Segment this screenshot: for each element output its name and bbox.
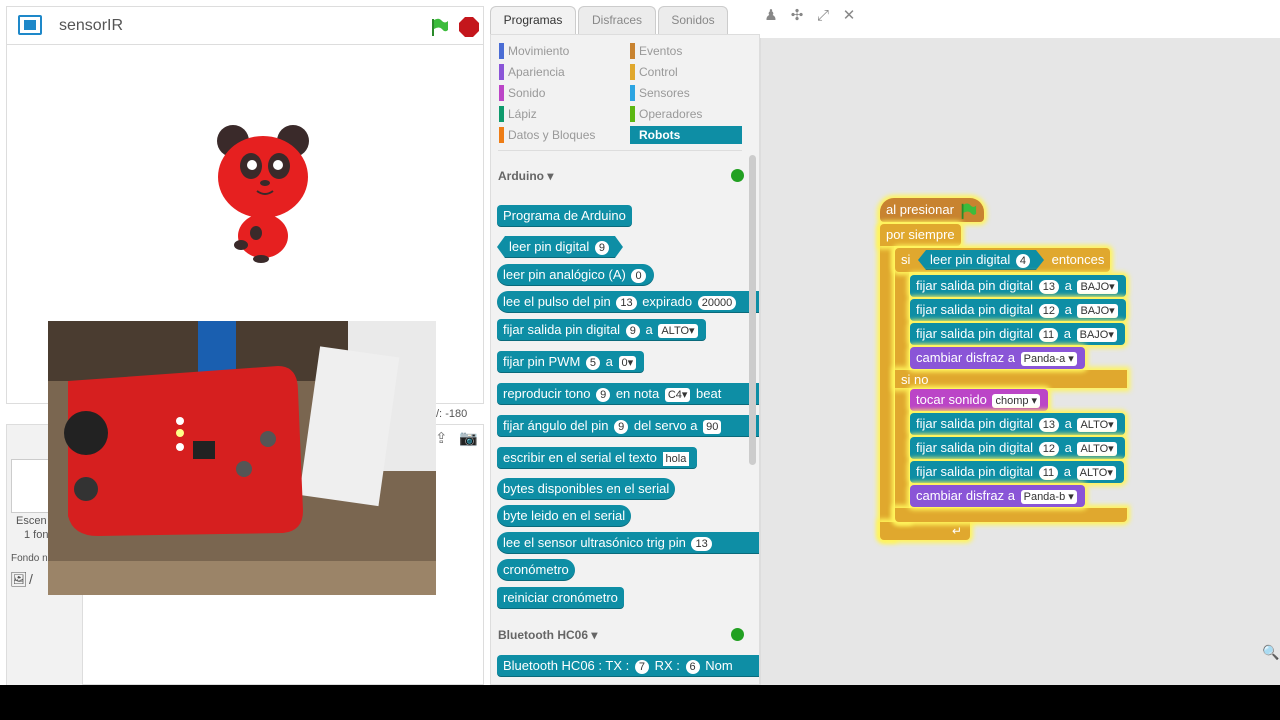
paint-backdrop-icon[interactable]: 🖼 [10, 571, 28, 588]
block-programa-arduino[interactable]: Programa de Arduino [497, 205, 632, 227]
block-escribir-serial[interactable]: escribir en el serial el texto hola [497, 447, 698, 469]
backdrop-count: 1 fon [24, 529, 49, 541]
project-title[interactable]: sensorIR [59, 17, 123, 35]
set-pin-block[interactable]: fijar salida pin digital 13 a BAJO▾ [910, 275, 1126, 297]
play-sound-block[interactable]: tocar sonido chomp ▾ [910, 389, 1049, 411]
category-datos[interactable]: Datos y Bloques [499, 126, 595, 144]
panda-sprite[interactable] [213, 121, 323, 263]
block-leer-pin-digital[interactable]: leer pin digital 9 [497, 236, 623, 258]
block-cronometro[interactable]: cronómetro [497, 559, 575, 581]
flag-icon [961, 203, 976, 219]
tab-sonidos[interactable]: Sonidos [658, 6, 728, 34]
block-leer-pin-analogico[interactable]: leer pin analógico (A) 0 [497, 264, 654, 286]
category-sonido[interactable]: Sonido [499, 84, 545, 102]
duplicate-icon[interactable]: ♟ [763, 8, 779, 24]
video-overlay [48, 321, 436, 595]
block-fijar-salida-digital[interactable]: fijar salida pin digital 9 a ALTO▾ [497, 319, 706, 341]
block-sensor-ultrasonico[interactable]: lee el sensor ultrasónico trig pin 13 [497, 532, 759, 554]
category-sensores[interactable]: Sensores [630, 84, 690, 102]
block-fijar-angulo-servo[interactable]: fijar ángulo del pin 9 del servo a 90 [497, 415, 759, 437]
if-bottom [895, 508, 1127, 522]
switch-costume-block[interactable]: cambiar disfraz a Panda-a ▾ [910, 347, 1085, 369]
grow-icon[interactable]: ⤢ [815, 8, 831, 24]
else-bar [895, 370, 1127, 388]
upload-sprite-icon[interactable]: ⇪ [435, 429, 448, 447]
block-byte-leido[interactable]: byte leido en el serial [497, 505, 632, 527]
when-flag-hat[interactable]: al presionar [880, 198, 984, 222]
set-pin-block[interactable]: fijar salida pin digital 12 a BAJO▾ [910, 299, 1126, 321]
block-reproducir-tono[interactable]: reproducir tono 9 en nota C4▾ beat [497, 383, 759, 405]
palette-scrollbar[interactable] [749, 155, 756, 465]
block-bluetooth-hc06[interactable]: Bluetooth HC06 : TX : 7 RX : 6 Nom [497, 655, 759, 677]
forever-block[interactable]: por siempre [880, 224, 961, 246]
stage-label: Escen [16, 515, 47, 527]
camera-icon[interactable]: 📷 [459, 429, 478, 447]
bluetooth-status-dot [731, 628, 744, 641]
if-block[interactable]: si leer pin digital 4 entonces [895, 248, 1111, 272]
category-eventos[interactable]: Eventos [630, 42, 682, 60]
tab-disfraces[interactable]: Disfraces [578, 6, 656, 34]
set-pin-block[interactable]: fijar salida pin digital 12 a ALTO▾ [910, 437, 1125, 459]
category-control[interactable]: Control [630, 63, 678, 81]
loop-arrow-icon: ↵ [952, 524, 963, 538]
set-pin-block[interactable]: fijar salida pin digital 13 a ALTO▾ [910, 413, 1125, 435]
set-pin-block[interactable]: fijar salida pin digital 11 a BAJO▾ [910, 323, 1125, 345]
brush-icon[interactable]: / [29, 571, 33, 587]
if-condition[interactable]: leer pin digital 4 [918, 250, 1044, 270]
category-lapiz[interactable]: Lápiz [499, 105, 537, 123]
block-reiniciar-cronometro[interactable]: reiniciar cronómetro [497, 587, 624, 609]
palette-divider [498, 150, 742, 151]
tab-programas[interactable]: Programas [490, 6, 576, 34]
mouse-coords: /: -180 [436, 408, 468, 420]
category-movimiento[interactable]: Movimiento [499, 42, 569, 60]
category-operadores[interactable]: Operadores [630, 105, 702, 123]
block-lee-pulso[interactable]: lee el pulso del pin 13 expirado 20000 [497, 291, 759, 313]
forever-frame [880, 224, 894, 540]
stop-icon[interactable] [459, 17, 479, 37]
category-apariencia[interactable]: Apariencia [499, 63, 565, 81]
else-label: si no [901, 372, 929, 387]
new-backdrop-label: Fondo n [11, 553, 48, 564]
stage-header: sensorIR [6, 6, 484, 44]
zoom-out-icon[interactable]: 🔍 [1262, 644, 1279, 661]
set-pin-block[interactable]: fijar salida pin digital 11 a ALTO▾ [910, 461, 1124, 483]
fullscreen-icon[interactable] [18, 15, 42, 35]
block-fijar-pwm[interactable]: fijar pin PWM 5 a 0▾ [497, 351, 645, 373]
arduino-header[interactable]: Arduino ▾ [498, 169, 553, 183]
delete-icon[interactable]: ✣ [789, 8, 805, 24]
arduino-status-dot [731, 169, 744, 182]
block-bytes-disponibles[interactable]: bytes disponibles en el serial [497, 478, 676, 500]
board-photo [48, 321, 436, 595]
shrink-icon[interactable]: ✕ [841, 8, 857, 24]
category-robots[interactable]: Robots [630, 126, 742, 144]
green-flag-icon[interactable] [429, 17, 449, 37]
switch-costume-block[interactable]: cambiar disfraz a Panda-b ▾ [910, 485, 1085, 507]
bluetooth-header[interactable]: Bluetooth HC06 ▾ [498, 628, 597, 642]
